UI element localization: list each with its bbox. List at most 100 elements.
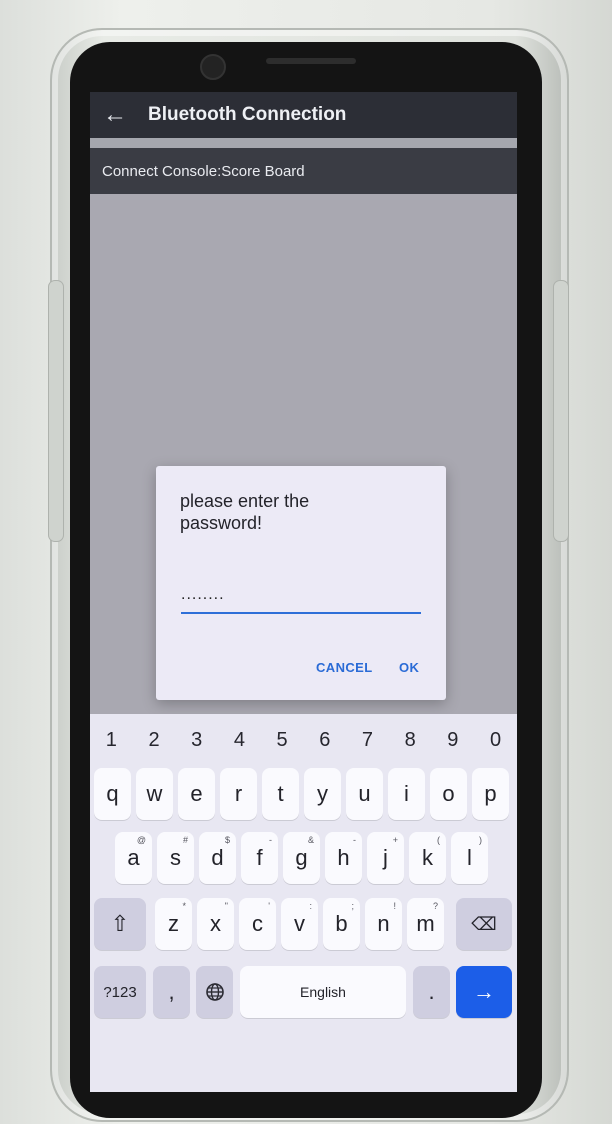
key-hint: - [269, 835, 272, 845]
key-label: z [168, 911, 179, 936]
dialog-title: please enter the password! [180, 491, 310, 533]
key-9[interactable]: 9 [433, 729, 473, 752]
key-0[interactable]: 0 [476, 729, 516, 752]
connection-status-bar: Connect Console:Score Board [90, 148, 517, 194]
key-label: d [211, 845, 224, 870]
key-r[interactable]: r [220, 768, 257, 820]
key-label: m [416, 911, 435, 936]
phone-screen: ← Bluetooth Connection Connect Console:S… [90, 92, 517, 1092]
key-label: c [252, 911, 263, 936]
key-hint: ' [268, 901, 270, 911]
key-y[interactable]: y [304, 768, 341, 820]
number-row: 1 2 3 4 5 6 7 8 9 0 [90, 720, 517, 760]
key-hint: ( [437, 835, 440, 845]
key-label: h [337, 845, 350, 870]
key-k[interactable]: (k [409, 832, 446, 884]
key-x[interactable]: " x [197, 898, 234, 950]
key-u[interactable]: u [346, 768, 383, 820]
key-j[interactable]: + j [367, 832, 404, 884]
key-hint: " [224, 901, 228, 911]
key-a[interactable]: @ a [115, 832, 152, 884]
symbols-key[interactable]: ?123 [94, 966, 146, 1018]
key-hint: * [182, 901, 186, 911]
key-7[interactable]: 7 [347, 729, 387, 752]
password-value: ........ [181, 586, 225, 603]
soft-keyboard: 1 2 3 4 5 6 7 8 9 0 q w e r t y u i o p … [90, 714, 517, 1092]
page-title: Bluetooth Connection [148, 104, 347, 125]
cancel-button[interactable]: CANCEL [316, 660, 373, 675]
arrow-right-icon: → [473, 979, 495, 1004]
globe-key[interactable] [196, 966, 233, 1018]
key-6[interactable]: 6 [305, 729, 345, 752]
ok-button[interactable]: OK [399, 660, 419, 675]
backspace-key[interactable]: ⌫ [456, 898, 512, 950]
key-2[interactable]: 2 [134, 729, 174, 752]
key-label: l [467, 845, 472, 870]
key-label: g [295, 845, 308, 870]
backspace-icon: ⌫ [471, 913, 497, 934]
key-4[interactable]: 4 [219, 729, 259, 752]
key-d[interactable]: $ d [199, 832, 236, 884]
password-dialog: please enter the password! ........ CANC… [156, 466, 446, 700]
enter-key[interactable]: → [456, 966, 512, 1018]
key-t[interactable]: t [262, 768, 299, 820]
key-v[interactable]: :v [281, 898, 318, 950]
key-label: j [383, 845, 388, 870]
key-m[interactable]: ? m [407, 898, 444, 950]
case-side-right [553, 280, 569, 542]
key-1[interactable]: 1 [91, 729, 131, 752]
key-hint: & [307, 835, 314, 845]
key-label: a [127, 845, 140, 870]
globe-icon [205, 983, 224, 1001]
connection-status-text: Connect Console:Score Board [102, 162, 305, 180]
key-l[interactable]: ) l [451, 832, 488, 884]
shift-icon: ⇧ [110, 911, 130, 936]
divider [90, 138, 517, 148]
key-hint: - [353, 835, 356, 845]
key-f[interactable]: -f [241, 832, 278, 884]
key-label: n [377, 911, 390, 936]
key-label: f [256, 845, 263, 870]
key-e[interactable]: e [178, 768, 215, 820]
key-s[interactable]: # s [157, 832, 194, 884]
key-hint: # [182, 835, 188, 845]
key-hint: $ [224, 835, 230, 845]
key-label: v [294, 911, 305, 936]
key-q[interactable]: q [94, 768, 131, 820]
period-key[interactable]: . [413, 966, 450, 1018]
key-o[interactable]: o [430, 768, 467, 820]
key-label: k [422, 845, 433, 870]
key-g[interactable]: & g [283, 832, 320, 884]
case-side-left [48, 280, 64, 542]
key-hint: @ [136, 835, 146, 845]
key-3[interactable]: 3 [177, 729, 217, 752]
key-b[interactable]: ; b [323, 898, 360, 950]
key-label: x [210, 911, 221, 936]
key-w[interactable]: w [136, 768, 173, 820]
key-hint: ; [351, 901, 354, 911]
key-5[interactable]: 5 [262, 729, 302, 752]
key-8[interactable]: 8 [390, 729, 430, 752]
earpiece-speaker [266, 58, 356, 64]
front-camera [200, 54, 226, 80]
key-hint: ? [432, 901, 438, 911]
key-hint: + [392, 835, 398, 845]
key-label: s [170, 845, 181, 870]
key-i[interactable]: i [388, 768, 425, 820]
key-p[interactable]: p [472, 768, 509, 820]
key-h[interactable]: -h [325, 832, 362, 884]
keyboard-bottom-strip [90, 1052, 517, 1092]
space-key[interactable]: English [240, 966, 406, 1018]
comma-key[interactable]: , [153, 966, 190, 1018]
key-label: b [335, 911, 348, 936]
key-z[interactable]: * z [155, 898, 192, 950]
app-bar: ← Bluetooth Connection [90, 92, 517, 138]
key-hint: ) [479, 835, 482, 845]
shift-key[interactable]: ⇧ [94, 898, 146, 950]
arrow-left-icon[interactable]: ← [90, 92, 140, 138]
key-c[interactable]: ' c [239, 898, 276, 950]
key-hint: ! [393, 901, 396, 911]
key-n[interactable]: ! n [365, 898, 402, 950]
key-hint: : [309, 901, 312, 911]
password-input[interactable]: ........ [181, 584, 421, 614]
